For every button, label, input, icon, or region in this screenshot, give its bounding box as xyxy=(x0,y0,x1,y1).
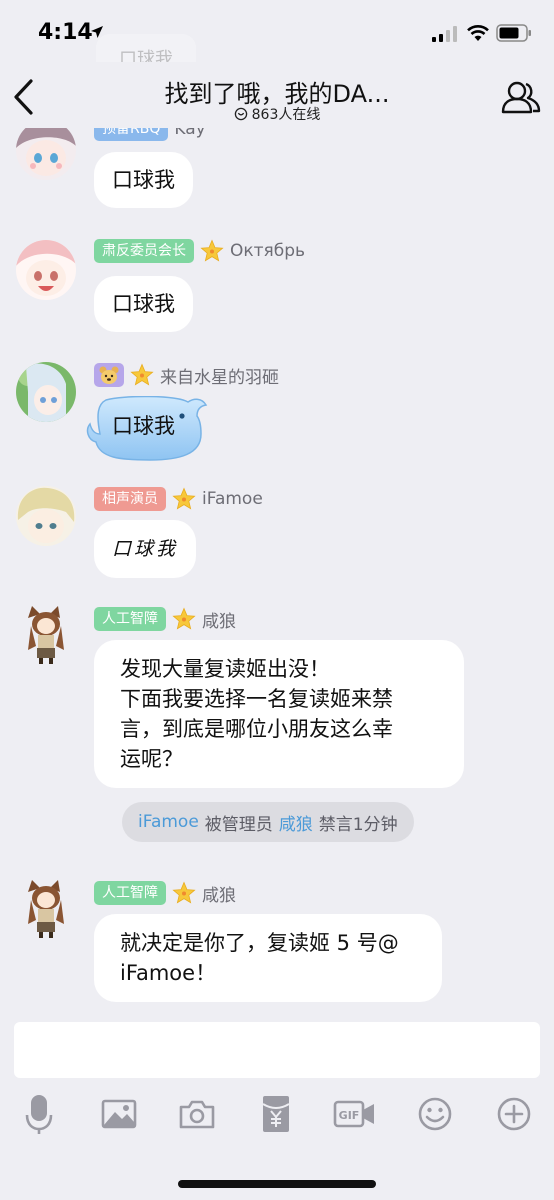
sender-name: iFamoe xyxy=(202,489,263,509)
member-title-badge: 人工智障 xyxy=(94,607,166,631)
sender-name: 咸狼 xyxy=(202,885,236,906)
member-title-badge: 相声演员 xyxy=(94,487,166,511)
sender-name: 来自水星的羽砸 xyxy=(160,367,279,388)
battery-icon xyxy=(496,24,531,42)
svg-text:GIF: GIF xyxy=(339,1109,360,1122)
red-packet-button[interactable] xyxy=(254,1090,298,1138)
avatar[interactable] xyxy=(16,880,76,940)
wifi-icon xyxy=(467,25,489,41)
online-count: 863人在线 xyxy=(180,104,374,124)
home-indicator[interactable] xyxy=(178,1180,376,1188)
message-line: 言，到底是哪位小朋友这么幸 xyxy=(120,717,393,741)
back-button[interactable] xyxy=(6,74,40,120)
chevron-left-icon xyxy=(14,79,33,115)
status-bar: 4:14 xyxy=(0,0,554,62)
message-line: 发现大量复读姬出没！ xyxy=(120,657,330,681)
sender-name: 咸狼 xyxy=(202,611,236,632)
star-icon xyxy=(130,363,154,386)
plus-icon xyxy=(497,1097,531,1131)
message-bubble[interactable]: 口球我 xyxy=(94,520,197,578)
chat-message: 预备RBQ Kay 口球我 xyxy=(0,117,554,216)
message-bubble[interactable]: 口球我 xyxy=(94,152,193,208)
sender-name: Октябрь xyxy=(230,241,306,261)
cellular-signal-icon xyxy=(432,26,457,42)
message-bubble[interactable]: 口球我 xyxy=(94,276,193,332)
star-icon xyxy=(172,487,196,510)
more-button[interactable] xyxy=(492,1090,536,1138)
star-icon xyxy=(200,239,224,262)
emoji-icon xyxy=(418,1097,452,1131)
admin-user-link[interactable]: 咸狼 xyxy=(279,810,313,835)
bear-icon xyxy=(99,366,119,384)
message-text: 口球我 xyxy=(112,414,175,438)
image-icon xyxy=(101,1099,137,1129)
avatar[interactable] xyxy=(16,240,76,300)
gif-icon: GIF xyxy=(333,1100,374,1128)
message-bubble[interactable]: 就决定是你了，复读姬 5 号@ iFamoe！ xyxy=(94,914,442,1002)
online-count-text: 863人在线 xyxy=(251,107,321,123)
chat-message: 人工智障 咸狼 就决定是你了，复读姬 5 号@ iFamoe！ xyxy=(0,880,554,1010)
group-members-button[interactable] xyxy=(500,78,542,118)
camera-icon xyxy=(179,1100,215,1129)
message-line: 下面我要选择一名复读姬来禁 xyxy=(120,687,393,711)
online-status-icon xyxy=(234,107,247,121)
chat-message: 人工智障 咸狼 发现大量复读姬出没！ 下面我要选择一名复读姬来禁 言，到底是哪位… xyxy=(0,606,554,788)
avatar[interactable] xyxy=(16,362,76,422)
chat-message: 相声演员 iFamoe 口球我 xyxy=(0,486,554,582)
message-bubble[interactable]: 发现大量复读姬出没！ 下面我要选择一名复读姬来禁 言，到底是哪位小朋友这么幸 运… xyxy=(94,640,464,788)
image-button[interactable] xyxy=(97,1090,141,1138)
red-packet-icon xyxy=(262,1096,290,1132)
level-badge xyxy=(94,363,124,387)
message-line: 运呢？ xyxy=(120,747,183,771)
chat-message: 肃反委员会长 Октябрь 口球我 xyxy=(0,238,554,334)
muted-user-link[interactable]: iFamoe xyxy=(138,812,199,832)
gif-button[interactable]: GIF xyxy=(332,1090,378,1138)
whale-message-bubble[interactable]: 口球我 xyxy=(84,396,210,462)
status-time: 4:14 xyxy=(38,20,93,45)
emoji-button[interactable] xyxy=(413,1090,457,1138)
input-toolbar: GIF xyxy=(0,1090,554,1140)
voice-button[interactable] xyxy=(17,1090,61,1138)
member-title-badge: 肃反委员会长 xyxy=(94,239,194,263)
avatar[interactable] xyxy=(16,120,76,180)
nav-bar: 找到了哦，我的DA... 863人在线 xyxy=(0,62,554,128)
location-arrow-icon xyxy=(91,26,103,38)
member-title-badge: 人工智障 xyxy=(94,881,166,905)
message-line: iFamoe！ xyxy=(120,961,217,985)
star-icon xyxy=(172,881,196,904)
avatar[interactable] xyxy=(16,606,76,666)
message-line: 就决定是你了，复读姬 5 号@ xyxy=(120,931,399,955)
star-icon xyxy=(172,607,196,630)
camera-button[interactable] xyxy=(175,1090,219,1138)
notice-action: 禁言1分钟 xyxy=(318,814,398,835)
system-notice: iFamoe 被管理员 咸狼 禁言1分钟 xyxy=(122,802,414,842)
avatar[interactable] xyxy=(16,486,76,546)
chat-message: 来自水星的羽砸 口球我 xyxy=(0,362,554,472)
microphone-icon xyxy=(25,1095,53,1134)
message-input[interactable] xyxy=(14,1022,540,1078)
group-members-icon xyxy=(501,81,541,114)
notice-text: 被管理员 xyxy=(204,814,273,835)
